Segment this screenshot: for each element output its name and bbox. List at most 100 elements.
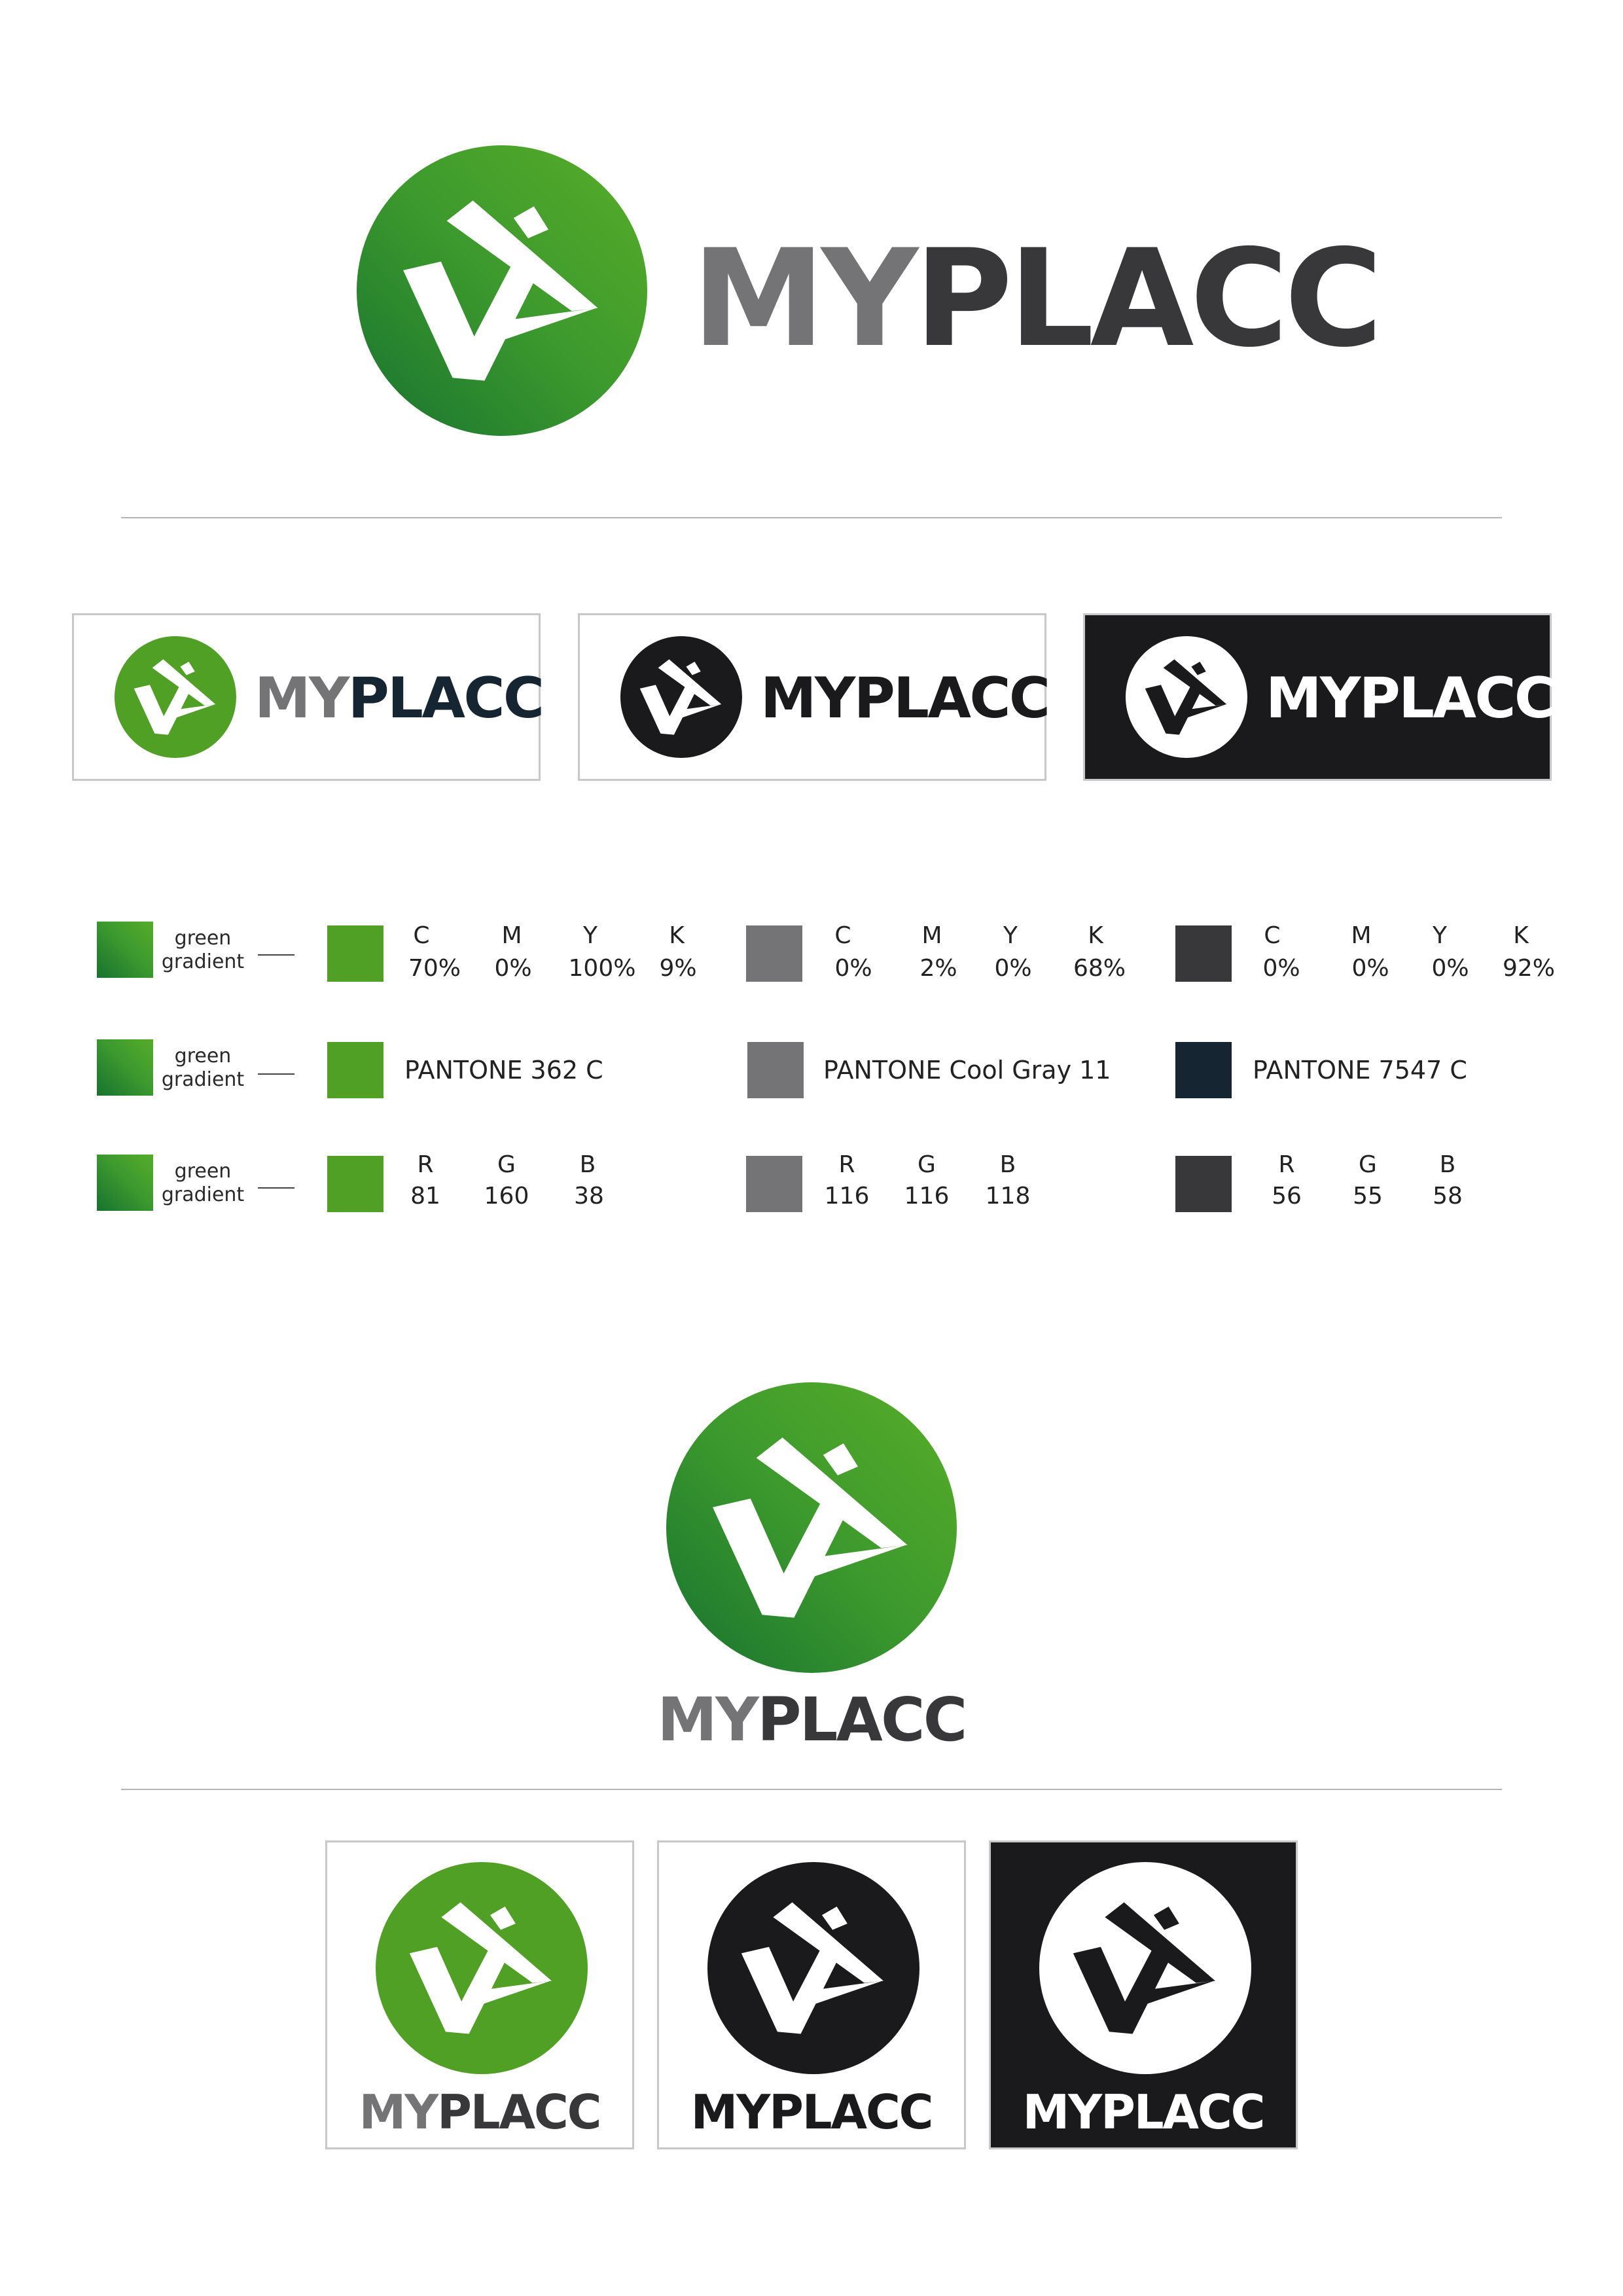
caption-line: green (174, 927, 232, 950)
wordmark: MY PLACC (760, 666, 1050, 731)
stacked-wordmark: MY PLACC (648, 1689, 975, 1751)
divider-top (121, 517, 1502, 518)
logo-icon-green (376, 1862, 588, 2074)
label-m: M (501, 922, 522, 949)
wordmark: MY PLACC (327, 2087, 632, 2137)
label-k: K (1513, 922, 1529, 949)
wordmark-placc: PLACC (348, 666, 544, 731)
caption-line: green (174, 1045, 232, 1067)
horizontal-logo-color: MY PLACC (72, 613, 544, 781)
label-b: B (999, 1151, 1016, 1178)
stacked-logo-black: MY PLACC (657, 1840, 966, 2149)
label-y: Y (1003, 922, 1018, 949)
value-k: 9% (659, 955, 697, 982)
logo-icon-black (707, 1862, 919, 2074)
dark-swatch (1175, 925, 1232, 982)
value-y: 0% (994, 955, 1032, 982)
label-c: C (413, 922, 430, 949)
value-r: 56 (1272, 1183, 1302, 1210)
horizontal-logo-black: MY PLACC (578, 613, 1050, 781)
value-b: 118 (985, 1183, 1031, 1210)
value-b: 58 (1433, 1183, 1463, 1210)
value-m: 0% (1351, 955, 1389, 982)
wordmark: MY PLACC (1266, 666, 1556, 731)
divider-bottom (121, 1789, 1502, 1790)
label-c: C (1264, 922, 1281, 949)
wordmark-my: MY (1022, 2085, 1103, 2140)
label-y: Y (1433, 922, 1447, 949)
value-g: 116 (904, 1183, 950, 1210)
value-y: 0% (1431, 955, 1469, 982)
stacked-logo: MY PLACC (648, 1382, 975, 1755)
label-g: G (497, 1151, 516, 1178)
wordmark-my: MY (657, 1685, 758, 1755)
dark-swatch (1175, 1156, 1232, 1212)
logo-icon-black (620, 636, 742, 758)
value-m: 0% (494, 955, 532, 982)
caption-line: green (174, 1160, 232, 1183)
wordmark-placc: PLACC (437, 2085, 601, 2140)
wordmark-placc: PLACC (757, 1685, 967, 1755)
dash (258, 1187, 294, 1189)
label-r: R (417, 1151, 434, 1178)
wordmark-my: MY (359, 2085, 439, 2140)
wordmark: MY PLACC (255, 666, 544, 731)
label-y: Y (583, 922, 597, 949)
gray-swatch (746, 925, 802, 982)
stacked-logo-inverted: MY PLACC (989, 1840, 1298, 2149)
green-gradient-swatch (97, 1039, 153, 1096)
wordmark-my: MY (760, 666, 855, 731)
wordmark-placc: PLACC (1101, 2085, 1265, 2140)
gradient-caption: green gradient (157, 1045, 249, 1092)
label-b: B (1439, 1151, 1456, 1178)
gradient-caption: green gradient (157, 927, 249, 974)
wordmark: MY PLACC (991, 2087, 1296, 2137)
logo-icon-white (1126, 636, 1247, 758)
horizontal-logo-inverted: MY PLACC (1083, 613, 1556, 781)
caption-line: gradient (161, 1068, 245, 1091)
wordmark-my: MY (1266, 666, 1361, 731)
gray-swatch (746, 1156, 802, 1212)
value-r: 81 (410, 1183, 440, 1210)
value-c: 0% (1262, 955, 1300, 982)
wordmark-placc: PLACC (769, 2085, 933, 2140)
wordmark-placc: PLACC (1359, 666, 1556, 731)
caption-line: gradient (161, 1183, 245, 1206)
stacked-logo-color: MY PLACC (325, 1840, 634, 2149)
dash (258, 954, 294, 956)
gray-swatch (747, 1042, 804, 1098)
logo-icon-green (115, 636, 236, 758)
green-swatch (327, 925, 383, 982)
value-k: 68% (1073, 955, 1126, 982)
label-b: B (579, 1151, 596, 1178)
wordmark: MY PLACC (659, 2087, 964, 2137)
value-r: 116 (824, 1183, 870, 1210)
wordmark-my: MY (692, 221, 918, 377)
green-swatch (327, 1042, 383, 1098)
pantone-gray: PANTONE Cool Gray 11 (823, 1056, 1111, 1085)
value-g: 55 (1353, 1183, 1383, 1210)
value-c: 0% (834, 955, 872, 982)
hero-logo: MY PLACC (357, 145, 1383, 440)
value-c: 70% (408, 955, 461, 982)
label-g: G (1359, 1151, 1377, 1178)
wordmark-my: MY (255, 666, 349, 731)
green-gradient-swatch (97, 922, 153, 978)
navy-swatch (1175, 1042, 1232, 1098)
value-k: 92% (1502, 955, 1555, 982)
myplacc-logo-icon (666, 1382, 957, 1673)
pantone-green: PANTONE 362 C (404, 1056, 603, 1085)
label-k: K (1088, 922, 1103, 949)
dash (258, 1073, 294, 1075)
wordmark-placc: PLACC (853, 666, 1050, 731)
caption-line: gradient (161, 950, 245, 973)
wordmark-my: MY (690, 2085, 771, 2140)
label-r: R (838, 1151, 855, 1178)
label-k: K (669, 922, 685, 949)
value-b: 38 (574, 1183, 604, 1210)
label-m: M (1351, 922, 1372, 949)
label-g: G (918, 1151, 936, 1178)
value-g: 160 (484, 1183, 529, 1210)
pantone-dark: PANTONE 7547 C (1253, 1056, 1467, 1085)
logo-icon-white (1039, 1862, 1251, 2074)
